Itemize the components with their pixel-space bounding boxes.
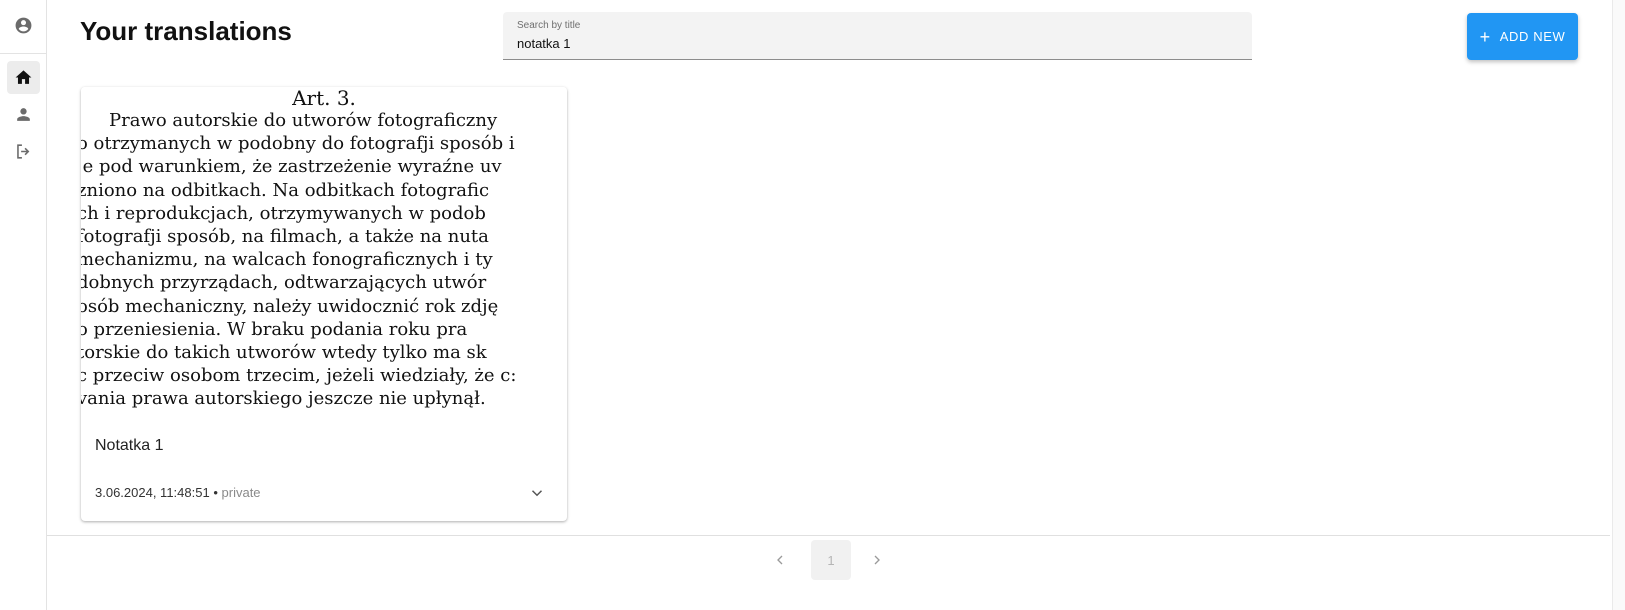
person-icon xyxy=(17,108,30,121)
chevron-left-icon xyxy=(777,555,783,565)
expand-button[interactable] xyxy=(528,484,546,502)
scan-text-line: osób mechaniczny, należy uwidocznić rok … xyxy=(81,295,499,317)
scan-text-line: fotografji sposób, na filmach, a także n… xyxy=(81,226,489,248)
home-icon xyxy=(15,70,32,84)
next-page-button[interactable] xyxy=(866,549,888,571)
vertical-scrollbar[interactable] xyxy=(1612,0,1625,610)
scan-text-line: o otrzymanych w podobny do fotografji sp… xyxy=(81,133,515,155)
scan-text-line: dobnych przyrządach, odtwarzających utwó… xyxy=(81,272,487,294)
translation-card[interactable]: Art. 3. Prawo autorskie do utworów fotog… xyxy=(81,87,567,521)
scan-text-line: torskie do takich utworów wtedy tylko ma… xyxy=(81,342,487,364)
scan-text-line: Prawo autorskie do utworów fotograficzny xyxy=(109,110,498,131)
card-thumbnail: Art. 3. Prawo autorskie do utworów fotog… xyxy=(81,87,567,422)
card-date: 3.06.2024, 11:48:51 xyxy=(95,485,210,500)
logout-icon xyxy=(17,144,30,159)
scan-text-line: je pod warunkiem, że zastrzeżenie wyraźn… xyxy=(81,156,502,178)
sidebar-item-home[interactable] xyxy=(7,61,40,94)
search-field[interactable]: Search by title xyxy=(503,12,1252,60)
account-circle-icon xyxy=(15,17,32,34)
prev-page-button[interactable] xyxy=(769,549,791,571)
scan-text-line: vania prawa autorskiego jeszcze nie upły… xyxy=(81,388,486,410)
add-new-button[interactable]: + ADD NEW xyxy=(1467,13,1578,60)
add-new-label: ADD NEW xyxy=(1499,29,1566,44)
search-label: Search by title xyxy=(517,20,581,31)
footer-divider xyxy=(47,535,1610,536)
scan-heading: Art. 3. xyxy=(292,87,356,110)
scan-text-line: c przeciw osobom trzecim, jeżeli wiedzia… xyxy=(81,365,517,387)
scan-text-line: zniono na odbitkach. Na odbitkach fotogr… xyxy=(81,179,490,201)
scan-text-line: o przeniesienia. W braku podania roku pr… xyxy=(81,318,468,340)
account-button[interactable] xyxy=(7,9,40,42)
scan-text: Prawo autorskie do utworów fotograficzny… xyxy=(81,109,567,411)
sidebar xyxy=(0,0,47,610)
page-title: Your translations xyxy=(80,16,292,46)
page-1-button[interactable]: 1 xyxy=(811,540,851,580)
scan-text-line: ch i reprodukcjach, otrzymywanych w podo… xyxy=(81,202,486,224)
scan-text-line: mechanizmu, na walcach fonograficznych i… xyxy=(81,249,493,271)
visibility-label: private xyxy=(221,485,261,500)
chevron-right-icon xyxy=(874,555,880,565)
sidebar-item-profile[interactable] xyxy=(7,98,40,131)
meta-separator: • xyxy=(213,485,218,500)
card-title: Notatka 1 xyxy=(95,437,164,454)
sidebar-divider xyxy=(0,53,46,54)
card-meta: 3.06.2024, 11:48:51 • private xyxy=(95,485,261,500)
plus-icon: + xyxy=(1479,26,1491,47)
sidebar-item-logout[interactable] xyxy=(7,135,40,168)
search-input[interactable] xyxy=(517,36,1217,51)
chevron-down-icon xyxy=(531,490,543,497)
